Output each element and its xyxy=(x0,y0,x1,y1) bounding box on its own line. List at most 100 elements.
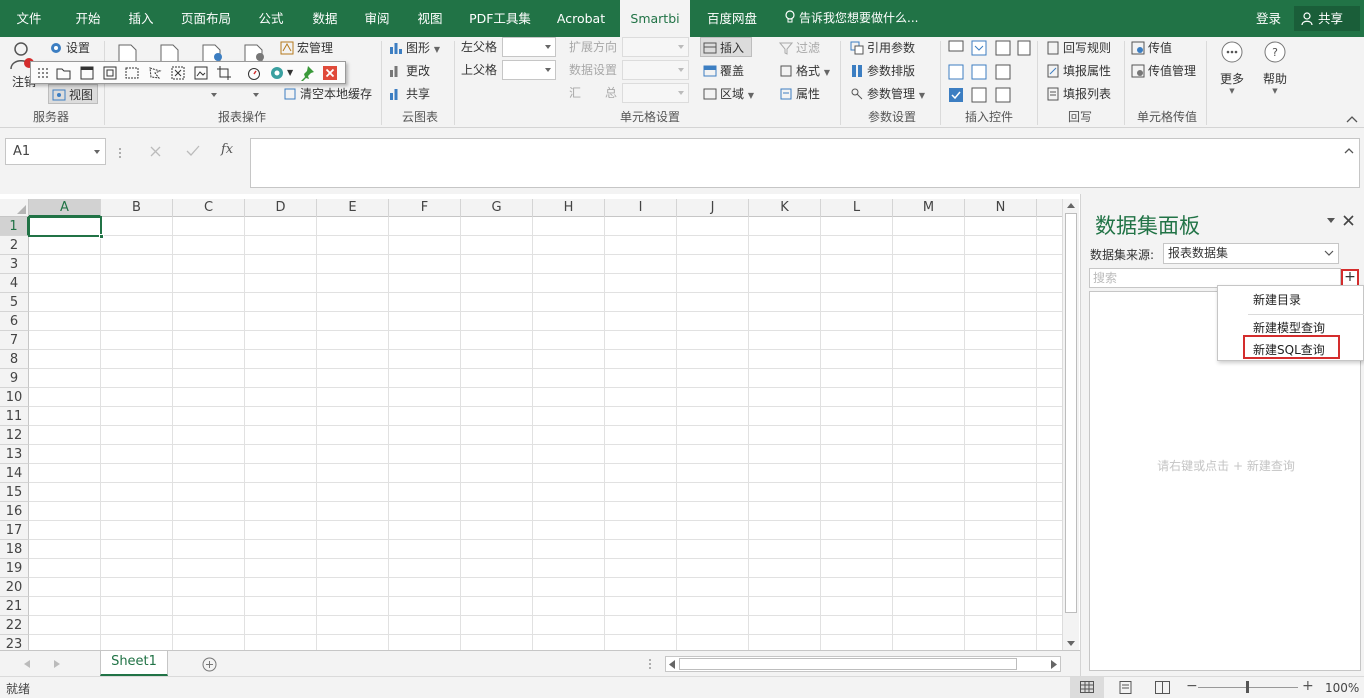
column-header[interactable]: A xyxy=(29,199,101,217)
cancel-formula-icon[interactable] xyxy=(149,145,162,158)
param-layout-button[interactable]: 参数排版 xyxy=(850,61,915,81)
filter-button[interactable]: 过滤 xyxy=(779,38,820,58)
formula-input[interactable] xyxy=(250,138,1360,188)
row-header[interactable]: 4 xyxy=(0,274,29,293)
fill-list-button[interactable]: 填报列表 xyxy=(1046,84,1111,104)
report-open-icon[interactable] xyxy=(116,41,142,63)
select-all-corner[interactable] xyxy=(0,199,29,217)
insert-function-icon[interactable]: fx xyxy=(221,142,233,157)
report-preview-icon[interactable] xyxy=(242,41,268,63)
close-icon[interactable] xyxy=(322,65,338,81)
help-button[interactable]: ? 帮助 ▼ xyxy=(1257,41,1293,95)
column-header[interactable]: M xyxy=(893,199,965,217)
image-icon[interactable] xyxy=(193,65,209,81)
page-layout-view-icon[interactable] xyxy=(1119,681,1132,694)
column-header[interactable]: F xyxy=(389,199,461,217)
zoom-level[interactable]: 100% xyxy=(1325,681,1359,695)
crop-icon[interactable] xyxy=(216,65,232,81)
row-header[interactable]: 16 xyxy=(0,502,29,521)
folder-open-icon[interactable] xyxy=(56,65,72,81)
close-icon[interactable] xyxy=(1343,215,1354,226)
confirm-formula-icon[interactable] xyxy=(185,144,200,158)
timer-icon[interactable] xyxy=(246,65,262,81)
fill-attr-button[interactable]: 填报属性 xyxy=(1046,61,1111,81)
row-header[interactable]: 7 xyxy=(0,331,29,350)
zoom-slider-thumb[interactable] xyxy=(1246,681,1249,693)
tab-smartbi[interactable]: Smartbi xyxy=(620,0,690,37)
row-header[interactable]: 14 xyxy=(0,464,29,483)
row-header[interactable]: 21 xyxy=(0,597,29,616)
column-header[interactable]: I xyxy=(605,199,677,217)
summary-select[interactable] xyxy=(622,83,689,103)
view-button[interactable]: 视图 xyxy=(48,84,98,104)
row-header[interactable]: 1 xyxy=(0,217,29,236)
expand-direction-select[interactable] xyxy=(622,37,689,57)
tell-me-search[interactable]: 告诉我您想要做什么... xyxy=(784,0,918,37)
row-header[interactable]: 5 xyxy=(0,293,29,312)
floating-toolbar[interactable]: ▼ xyxy=(30,61,346,84)
left-parent-select[interactable] xyxy=(502,37,556,57)
column-header[interactable]: E xyxy=(317,199,389,217)
page-break-view-icon[interactable] xyxy=(1155,681,1170,694)
change-chart-button[interactable]: 更改 xyxy=(389,61,430,81)
insert-controls-icons[interactable] xyxy=(948,40,1032,104)
param-manage-button[interactable]: 参数管理 ▼ xyxy=(850,84,925,104)
data-settings-select[interactable] xyxy=(622,60,689,80)
add-sheet-icon[interactable] xyxy=(202,657,217,672)
share-chart-button[interactable]: 共享 xyxy=(389,84,430,104)
up-parent-select[interactable] xyxy=(502,60,556,80)
active-cell-a1[interactable] xyxy=(28,216,104,239)
tab-baidu-netdisk[interactable]: 百度网盘 xyxy=(704,0,760,37)
horizontal-scroll-thumb[interactable] xyxy=(679,658,1017,670)
column-header[interactable]: D xyxy=(245,199,317,217)
clear-cache-button[interactable]: 清空本地缓存 xyxy=(283,84,372,104)
scroll-right-icon[interactable] xyxy=(1051,660,1057,669)
row-header[interactable]: 13 xyxy=(0,445,29,464)
dataset-source-select[interactable]: 报表数据集 xyxy=(1163,243,1339,264)
lasso-icon[interactable] xyxy=(147,65,163,81)
panel-options-icon[interactable] xyxy=(1326,218,1336,224)
row-header[interactable]: 20 xyxy=(0,578,29,597)
row-header[interactable]: 9 xyxy=(0,369,29,388)
horizontal-scrollbar[interactable] xyxy=(665,656,1061,672)
row-header[interactable]: 8 xyxy=(0,350,29,369)
row-header[interactable]: 18 xyxy=(0,540,29,559)
column-header[interactable]: C xyxy=(173,199,245,217)
settings-button[interactable]: 设置 xyxy=(49,38,90,58)
zoom-out-button[interactable]: − xyxy=(1186,678,1198,694)
window-icon[interactable] xyxy=(79,65,95,81)
sheet-splitter-icon[interactable] xyxy=(647,658,653,670)
tab-formulas[interactable]: 公式 xyxy=(256,0,286,37)
vertical-scroll-thumb[interactable] xyxy=(1065,213,1077,613)
tab-view[interactable]: 视图 xyxy=(415,0,445,37)
cover-mode-button[interactable]: 覆盖 xyxy=(703,61,744,81)
row-header[interactable]: 2 xyxy=(0,236,29,255)
column-header[interactable]: N xyxy=(965,199,1037,217)
tab-home[interactable]: 开始 xyxy=(72,0,104,37)
writeback-rule-button[interactable]: 回写规则 xyxy=(1046,38,1111,58)
view-normal-button[interactable] xyxy=(1070,677,1104,698)
dashed-select-icon[interactable] xyxy=(124,65,140,81)
row-header[interactable]: 23 xyxy=(0,635,29,650)
chevron-up-icon[interactable] xyxy=(1344,147,1354,154)
insert-mode-button[interactable]: 插入 xyxy=(700,37,752,57)
more-button[interactable]: 更多 ▼ xyxy=(1214,41,1250,95)
column-header[interactable]: L xyxy=(821,199,893,217)
chevron-down-icon[interactable] xyxy=(211,93,217,97)
sheet-tab-sheet1[interactable]: Sheet1 xyxy=(100,651,168,676)
macro-manage-button[interactable]: 宏管理 xyxy=(280,38,333,58)
row-header[interactable]: 15 xyxy=(0,483,29,502)
row-header[interactable]: 22 xyxy=(0,616,29,635)
vertical-scrollbar[interactable] xyxy=(1062,199,1079,650)
sheet-next-icon[interactable] xyxy=(54,660,60,668)
row-header[interactable]: 19 xyxy=(0,559,29,578)
column-header[interactable]: J xyxy=(677,199,749,217)
scroll-up-icon[interactable] xyxy=(1066,202,1076,209)
column-header[interactable]: B xyxy=(101,199,173,217)
row-header[interactable]: 12 xyxy=(0,426,29,445)
row-header[interactable]: 3 xyxy=(0,255,29,274)
zoom-in-button[interactable]: + xyxy=(1302,678,1314,694)
chevron-down-icon[interactable] xyxy=(253,93,259,97)
ref-param-button[interactable]: 引用参数 xyxy=(850,38,915,58)
pin-icon[interactable] xyxy=(299,65,315,81)
